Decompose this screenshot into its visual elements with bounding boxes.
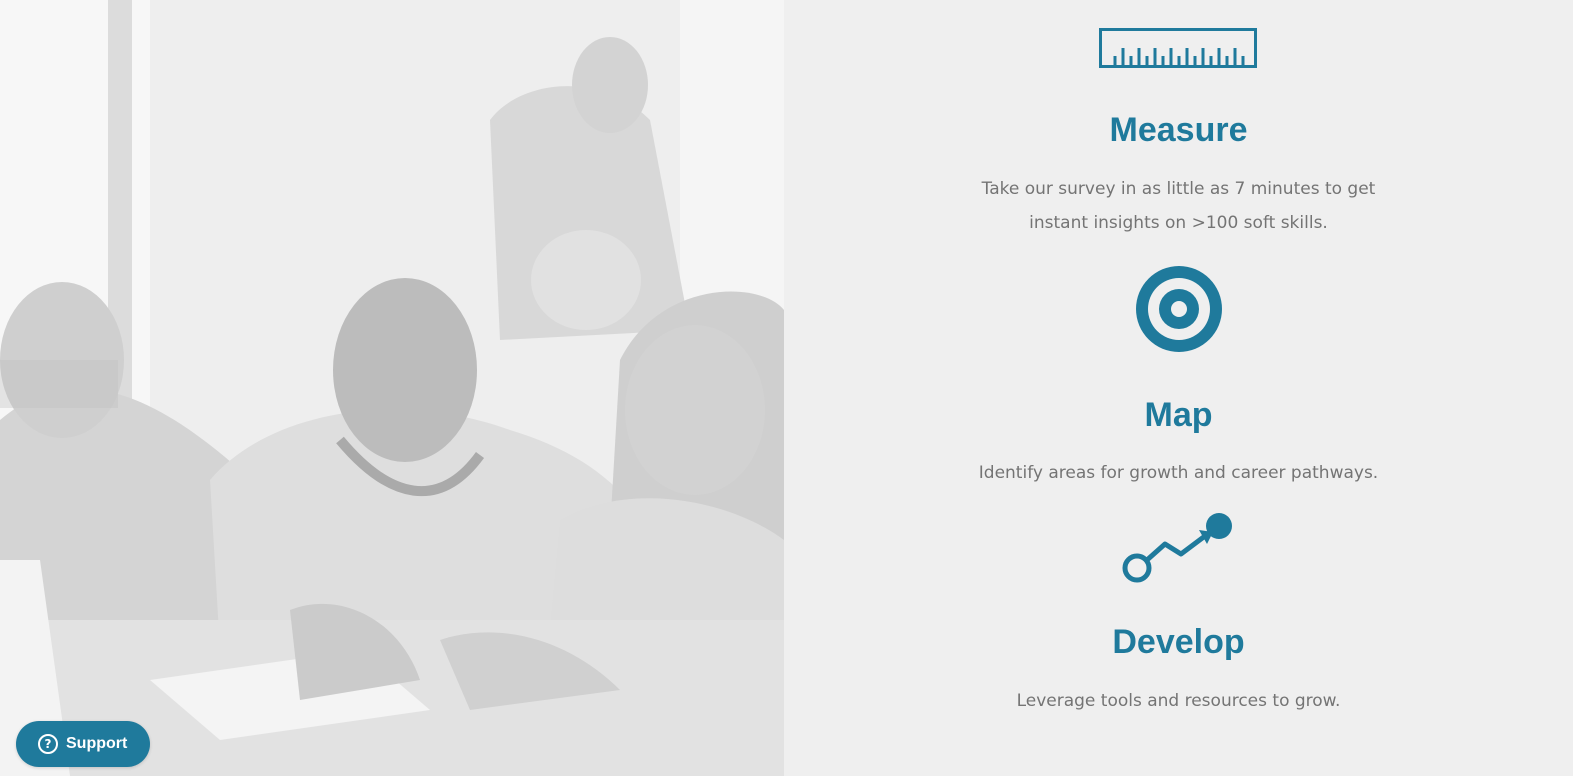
page: ? Support Measure Take our survey in as … [0,0,1573,776]
support-button[interactable]: ? Support [16,721,150,767]
target-icon [784,265,1573,353]
feature-text-map: Identify areas for growth and career pat… [978,463,1379,483]
feature-title-develop: Develop [1112,623,1245,661]
ruler-icon [784,28,1573,70]
growth-path-icon [784,510,1573,586]
feature-title-map: Map [1144,396,1213,434]
support-label: Support [66,735,128,752]
feature-text-develop: Leverage tools and resources to grow. [1016,691,1341,711]
hero-photo-illustration [0,0,784,776]
features-panel: Measure Take our survey in as little as … [784,0,1573,776]
question-circle-icon: ? [38,734,58,754]
hero-photo: ? Support [0,0,784,776]
feature-title-measure: Measure [1109,111,1248,149]
feature-text-measure: Take our survey in as little as 7 minute… [981,179,1376,233]
